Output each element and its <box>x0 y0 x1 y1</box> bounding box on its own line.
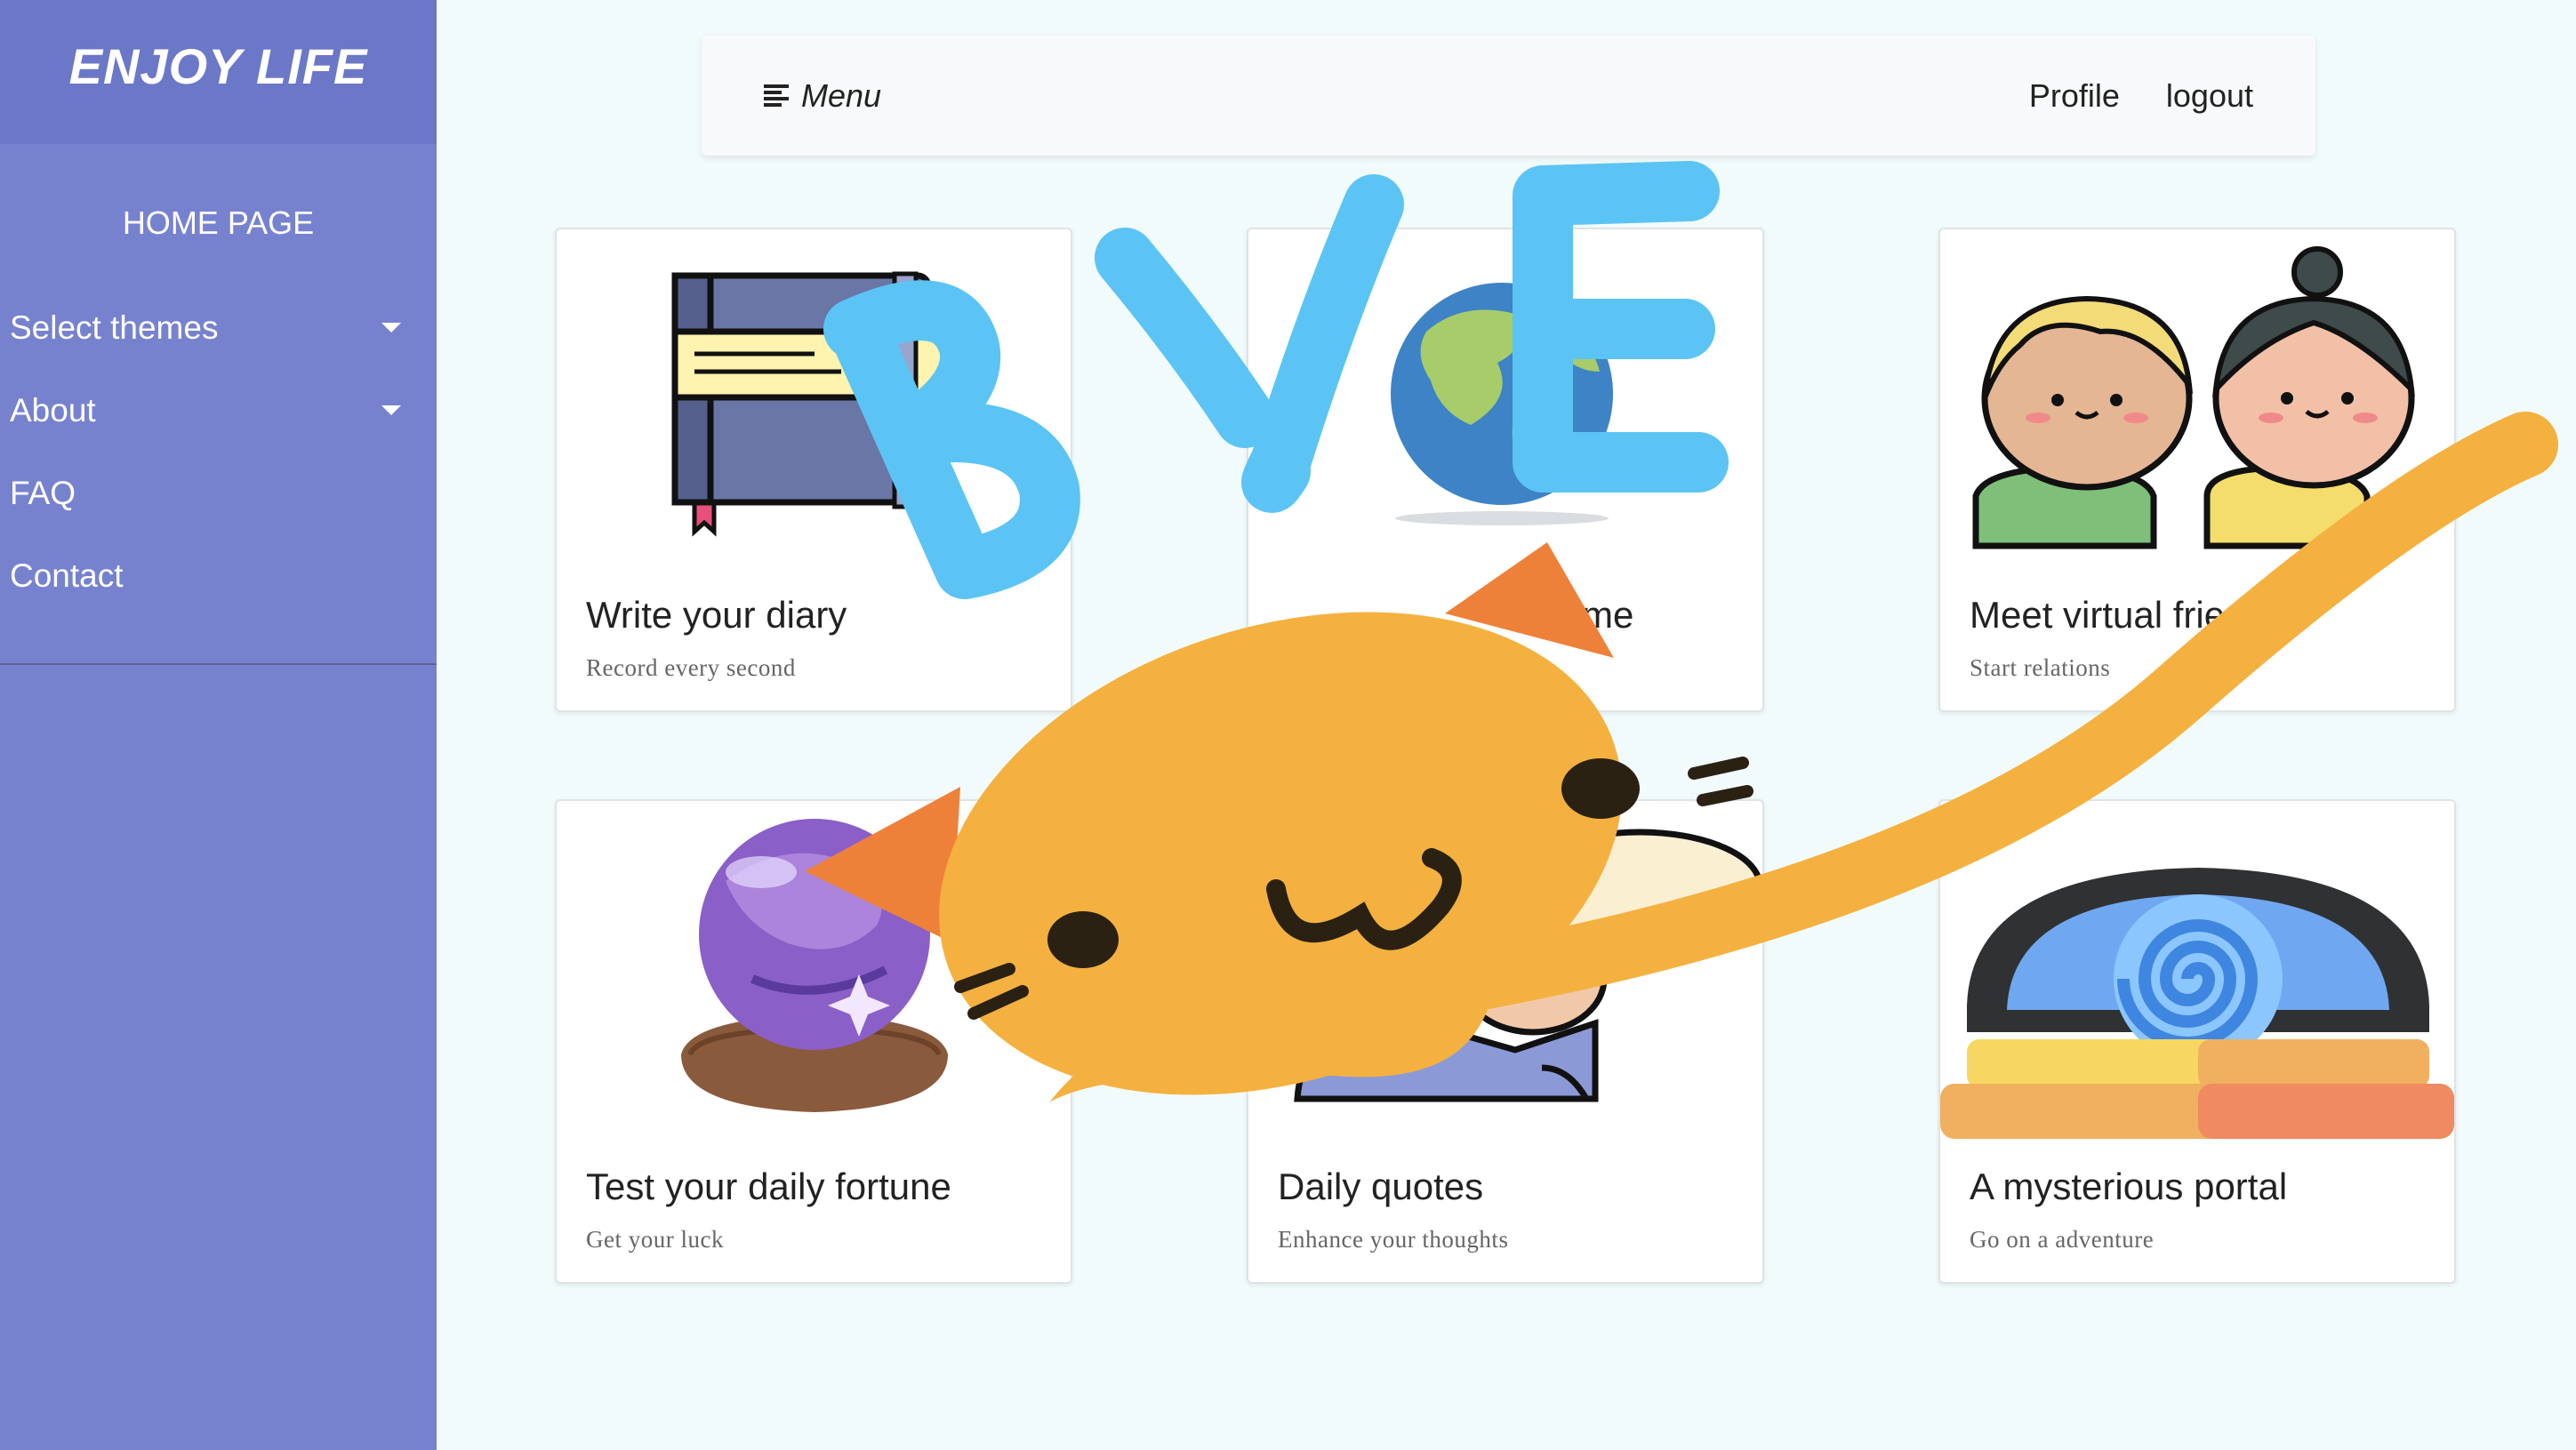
portal-icon <box>1940 868 2454 1139</box>
logout-link[interactable]: logout <box>2166 77 2253 115</box>
card-daily-quotes[interactable]: Daily quotes Enhance your thoughts <box>1247 799 1764 1284</box>
caret-down-icon[interactable] <box>381 405 401 415</box>
card-mysterious-portal[interactable]: A mysterious portal Go on a adventure <box>1938 799 2456 1284</box>
card-globe[interactable]: me <box>1247 228 1764 712</box>
card-subtitle: Go on a adventure <box>1970 1226 2155 1253</box>
globe-icon <box>1391 283 1613 525</box>
sidebar-item-label: About <box>10 391 96 429</box>
card-title: A mysterious portal <box>1970 1166 2288 1207</box>
caret-down-icon[interactable] <box>381 323 401 332</box>
friends-icon <box>1972 246 2415 549</box>
sidebar-item-contact[interactable]: Contact <box>0 534 437 617</box>
top-navbar: Menu Profile logout <box>702 36 2315 156</box>
profile-link[interactable]: Profile <box>2029 77 2120 115</box>
card-virtual-friends[interactable]: Meet virtual friends' Start relations <box>1938 228 2456 712</box>
quotes-character-icon <box>1294 829 1762 1102</box>
card-subtitle: Enhance your thoughts <box>1278 1226 1509 1253</box>
brand-logo[interactable]: ENJOY LIFE <box>69 37 368 108</box>
card-subtitle: Start relations <box>1970 654 2111 681</box>
sidebar-item-about[interactable]: About <box>0 369 437 452</box>
sidebar-item-label: FAQ <box>10 474 76 511</box>
top-links: Profile logout <box>2029 77 2253 115</box>
card-daily-fortune[interactable]: Test your daily fortune Get your luck <box>555 799 1072 1284</box>
card-subtitle: Record every second <box>586 654 796 681</box>
card-title: Daily quotes <box>1278 1166 1484 1207</box>
sidebar-nav: Select themes About FAQ Contact <box>0 286 437 617</box>
card-title: Test your daily fortune <box>586 1166 951 1207</box>
menu-label: Menu <box>801 76 882 114</box>
menu-button[interactable]: Menu <box>764 77 881 115</box>
card-title: Meet virtual friends' <box>1970 594 2292 636</box>
card-write-diary[interactable]: Write your diary Record every second <box>555 228 1072 712</box>
sidebar-item-label: Contact <box>10 557 124 594</box>
sidebar-home-link[interactable]: HOME PAGE <box>0 204 437 267</box>
sidebar-item-label: Select themes <box>10 308 219 346</box>
brand-bar: ENJOY LIFE <box>0 0 437 144</box>
sidebar-item-select-themes[interactable]: Select themes <box>0 286 437 369</box>
sidebar-item-faq[interactable]: FAQ <box>0 452 437 534</box>
card-title: me <box>1582 594 1634 636</box>
card-title: Write your diary <box>586 594 847 636</box>
hamburger-icon <box>764 84 790 108</box>
sidebar: ENJOY LIFE HOME PAGE Select themes About… <box>0 0 437 1450</box>
card-subtitle: Get your luck <box>586 1226 724 1253</box>
sidebar-divider <box>0 663 437 665</box>
diary-book-icon <box>671 271 959 537</box>
crystal-ball-icon <box>681 819 948 1112</box>
